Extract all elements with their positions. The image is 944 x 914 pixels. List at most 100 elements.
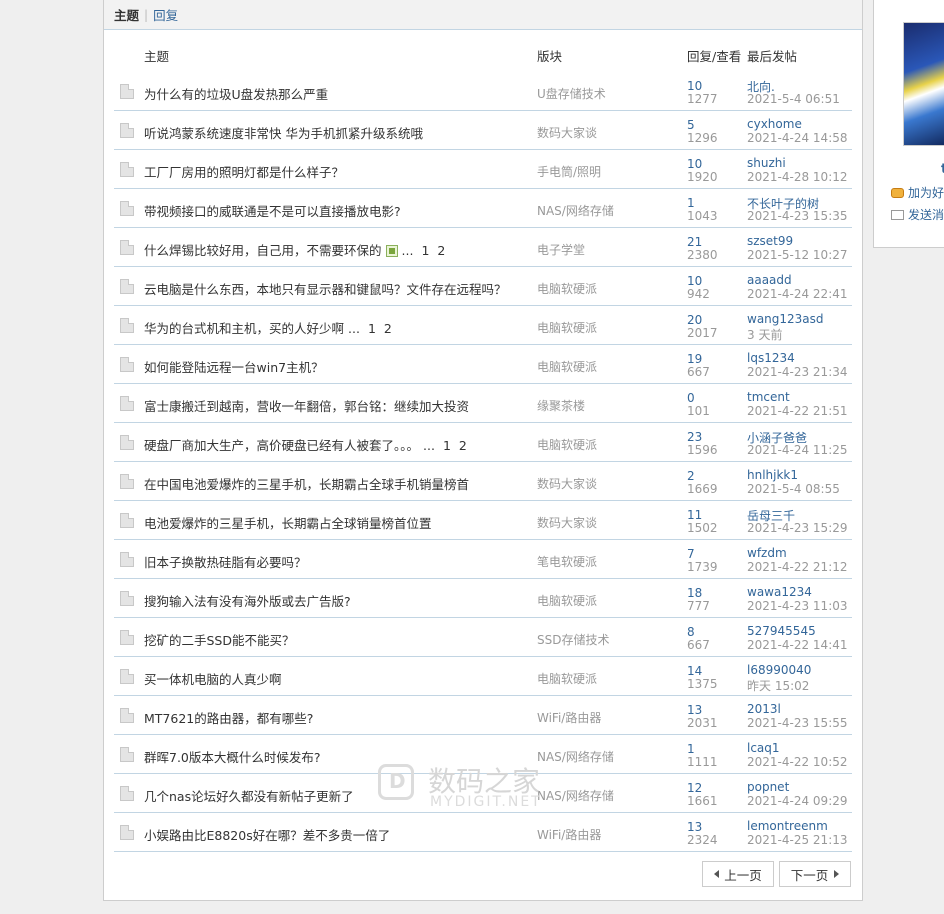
reply-count[interactable]: 0 [687, 391, 695, 405]
thread-forum-link[interactable]: SSD存储技术 [537, 631, 609, 648]
reply-count[interactable]: 23 [687, 430, 702, 444]
last-post-time[interactable]: 2021-5-4 08:55 [747, 482, 840, 496]
last-post-time[interactable]: 2021-4-23 15:35 [747, 209, 848, 223]
thread-forum-link[interactable]: 笔电软硬派 [537, 553, 597, 570]
thread-title-link[interactable]: 小娱路由比E8820s好在哪？差不多贵一倍了 [144, 828, 390, 843]
avatar[interactable] [903, 22, 944, 146]
reply-count[interactable]: 13 [687, 703, 702, 717]
reply-count[interactable]: 7 [687, 547, 695, 561]
last-poster-link[interactable]: 2013l [747, 702, 781, 716]
last-poster-link[interactable]: szset99 [747, 234, 793, 248]
thread-forum-link[interactable]: 电子学堂 [537, 241, 585, 258]
thread-page-link[interactable]: 1 [368, 321, 376, 336]
last-poster-link[interactable]: popnet [747, 780, 789, 794]
thread-forum-link[interactable]: 电脑软硬派 [537, 280, 597, 297]
next-page-button[interactable]: 下一页 [779, 861, 851, 887]
reply-count[interactable]: 13 [687, 820, 702, 834]
thread-page-link[interactable]: 2 [384, 321, 392, 336]
reply-count[interactable]: 1 [687, 742, 695, 756]
thread-title-link[interactable]: 买一体机电脑的人真少啊 [144, 672, 282, 687]
thread-forum-link[interactable]: WiFi/路由器 [537, 709, 601, 726]
last-poster-link[interactable]: cyxhome [747, 117, 802, 131]
last-post-time[interactable]: 2021-4-23 15:55 [747, 716, 848, 730]
last-poster-link[interactable]: hnlhjkk1 [747, 468, 798, 482]
thread-forum-link[interactable]: NAS/网络存储 [537, 202, 614, 219]
thread-folder-icon[interactable] [120, 201, 134, 216]
thread-forum-link[interactable]: U盘存储技术 [537, 85, 606, 102]
thread-forum-link[interactable]: 电脑软硬派 [537, 319, 597, 336]
thread-title-link[interactable]: 硬盘厂商加大生产，高价硬盘已经有人被套了。。。 [144, 438, 419, 453]
thread-folder-icon[interactable] [120, 240, 134, 255]
thread-forum-link[interactable]: WiFi/路由器 [537, 826, 601, 843]
thread-title-link[interactable]: 工厂厂房用的照明灯都是什么样子？ [144, 165, 344, 180]
thread-title-link[interactable]: 什么焊锡比较好用，自己用，不需要环保的 [144, 243, 382, 258]
add-friend-link[interactable]: 加为好 [891, 184, 944, 201]
last-post-time[interactable]: 2021-4-23 21:34 [747, 365, 848, 379]
thread-folder-icon[interactable] [120, 474, 134, 489]
thread-page-link[interactable]: 2 [437, 243, 445, 258]
last-poster-link[interactable]: tmcent [747, 390, 790, 404]
last-poster-link[interactable]: aaaadd [747, 273, 792, 287]
thread-page-link[interactable]: 1 [443, 438, 451, 453]
send-message-link[interactable]: 发送消 [891, 206, 944, 223]
thread-forum-link[interactable]: 数码大家谈 [537, 514, 597, 531]
thread-forum-link[interactable]: 电脑软硬派 [537, 670, 597, 687]
last-post-time[interactable]: 2021-4-25 21:13 [747, 833, 848, 847]
last-post-time[interactable]: 2021-4-28 10:12 [747, 170, 848, 184]
thread-folder-icon[interactable] [120, 747, 134, 762]
reply-count[interactable]: 12 [687, 781, 702, 795]
thread-title-link[interactable]: 华为的台式机和主机，买的人好少啊 [144, 321, 344, 336]
thread-folder-icon[interactable] [120, 357, 134, 372]
reply-count[interactable]: 14 [687, 664, 702, 678]
reply-count[interactable]: 2 [687, 469, 695, 483]
last-post-time[interactable]: 2021-4-22 21:12 [747, 560, 848, 574]
last-post-time[interactable]: 2021-4-22 21:51 [747, 404, 848, 418]
last-post-time[interactable]: 2021-5-12 10:27 [747, 248, 848, 262]
last-poster-link[interactable]: lcaq1 [747, 741, 780, 755]
thread-folder-icon[interactable] [120, 552, 134, 567]
thread-folder-icon[interactable] [120, 708, 134, 723]
thread-folder-icon[interactable] [120, 435, 134, 450]
last-post-time[interactable]: 2021-4-24 22:41 [747, 287, 848, 301]
last-poster-link[interactable]: l68990040 [747, 663, 811, 677]
reply-count[interactable]: 1 [687, 196, 695, 210]
thread-title-link[interactable]: 电池爱爆炸的三星手机，长期霸占全球销量榜首位置 [144, 516, 432, 531]
last-post-time[interactable]: 2021-5-4 06:51 [747, 92, 840, 106]
thread-folder-icon[interactable] [120, 669, 134, 684]
thread-title-link[interactable]: 为什么有的垃圾U盘发热那么严重 [144, 87, 328, 102]
last-poster-link[interactable]: lqs1234 [747, 351, 795, 365]
thread-title-link[interactable]: 在中国电池爱爆炸的三星手机，长期霸占全球手机销量榜首 [144, 477, 469, 492]
thread-title-link[interactable]: 旧本子换散热硅脂有必要吗？ [144, 555, 307, 570]
thread-folder-icon[interactable] [120, 825, 134, 840]
thread-title-link[interactable]: MT7621的路由器，都有哪些? [144, 711, 313, 726]
tab-topics[interactable]: 主题 [114, 5, 139, 24]
reply-count[interactable]: 18 [687, 586, 702, 600]
reply-count[interactable]: 5 [687, 118, 695, 132]
last-poster-link[interactable]: wawa1234 [747, 585, 812, 599]
last-poster-link[interactable]: wfzdm [747, 546, 787, 560]
thread-folder-icon[interactable] [120, 630, 134, 645]
reply-count[interactable]: 10 [687, 157, 702, 171]
last-poster-link[interactable]: wang123asd [747, 312, 824, 326]
thread-title-link[interactable]: 几个nas论坛好久都没有新帖子更新了 [144, 789, 354, 804]
thread-folder-icon[interactable] [120, 513, 134, 528]
thread-forum-link[interactable]: NAS/网络存储 [537, 748, 614, 765]
thread-folder-icon[interactable] [120, 123, 134, 138]
thread-page-link[interactable]: 1 [421, 243, 429, 258]
thread-title-link[interactable]: 群晖7.0版本大概什么时候发布? [144, 750, 321, 765]
thread-folder-icon[interactable] [120, 84, 134, 99]
reply-count[interactable]: 19 [687, 352, 702, 366]
reply-count[interactable]: 8 [687, 625, 695, 639]
thread-forum-link[interactable]: 电脑软硬派 [537, 358, 597, 375]
thread-title-link[interactable]: 搜狗输入法有没有海外版或去广告版? [144, 594, 351, 609]
last-post-time[interactable]: 2021-4-24 09:29 [747, 794, 848, 808]
reply-count[interactable]: 10 [687, 274, 702, 288]
last-post-time[interactable]: 2021-4-22 14:41 [747, 638, 848, 652]
thread-forum-link[interactable]: 电脑软硬派 [537, 436, 597, 453]
last-post-time[interactable]: 3 天前 [747, 326, 782, 343]
thread-forum-link[interactable]: 数码大家谈 [537, 124, 597, 141]
thread-folder-icon[interactable] [120, 786, 134, 801]
reply-count[interactable]: 11 [687, 508, 702, 522]
last-post-time[interactable]: 2021-4-23 15:29 [747, 521, 848, 535]
last-poster-link[interactable]: lemontreenm [747, 819, 828, 833]
